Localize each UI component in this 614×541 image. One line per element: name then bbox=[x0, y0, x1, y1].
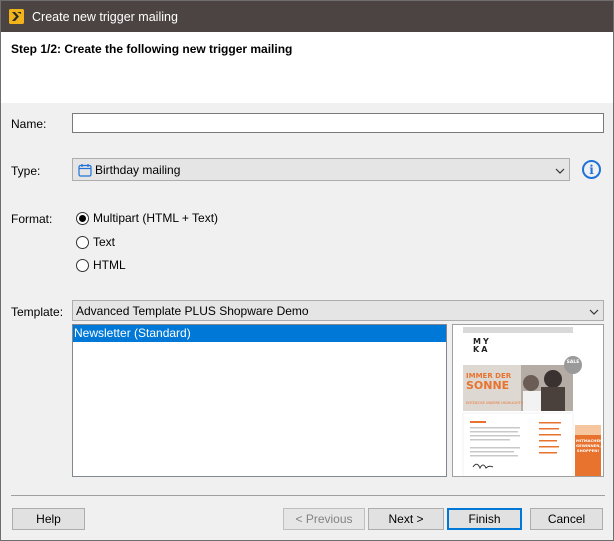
type-dropdown[interactable]: Birthday mailing bbox=[72, 158, 570, 181]
type-value: Birthday mailing bbox=[95, 162, 181, 177]
preview-subline: ENTDECKE UNSERE HIGHLIGHTS bbox=[466, 401, 523, 405]
window-title: Create new trigger mailing bbox=[32, 9, 178, 24]
previous-button[interactable]: < Previous bbox=[283, 508, 365, 530]
dialog-window: Create new trigger mailing Step 1/2: Cre… bbox=[0, 0, 614, 541]
cancel-button[interactable]: Cancel bbox=[530, 508, 603, 530]
preview-logo: MY KA bbox=[473, 337, 491, 354]
preview-promo: MITMACHEN, GEWINNEN, SHOPPEN! bbox=[576, 438, 604, 453]
app-logo-icon bbox=[9, 9, 24, 24]
radio-button[interactable] bbox=[76, 235, 89, 249]
format-label: Format: bbox=[11, 212, 53, 226]
title-bar[interactable]: Create new trigger mailing bbox=[1, 1, 613, 32]
radio-button[interactable] bbox=[76, 258, 89, 272]
next-button[interactable]: Next > bbox=[368, 508, 444, 530]
info-icon[interactable]: i bbox=[582, 160, 601, 179]
template-dropdown[interactable]: Advanced Template PLUS Shopware Demo bbox=[72, 300, 604, 321]
format-option-label: Multipart (HTML + Text) bbox=[93, 211, 219, 225]
footer-divider bbox=[11, 495, 605, 496]
preview-headline: IMMER DER SONNE bbox=[466, 372, 512, 392]
finish-button[interactable]: Finish bbox=[447, 508, 522, 530]
format-option-text[interactable]: Text bbox=[76, 235, 115, 249]
format-option-multipart[interactable]: Multipart (HTML + Text) bbox=[76, 211, 218, 225]
template-list[interactable]: Newsletter (Standard) bbox=[72, 324, 447, 477]
preview-sale-badge: SALE bbox=[566, 360, 580, 365]
header-panel: Step 1/2: Create the following new trigg… bbox=[1, 32, 613, 103]
name-input[interactable] bbox=[72, 113, 604, 133]
help-button[interactable]: Help bbox=[12, 508, 85, 530]
name-label: Name: bbox=[11, 117, 47, 131]
step-title: Step 1/2: Create the following new trigg… bbox=[11, 42, 293, 56]
format-option-label: HTML bbox=[93, 258, 126, 272]
calendar-icon bbox=[78, 163, 92, 177]
radio-button[interactable] bbox=[76, 211, 89, 225]
list-item[interactable]: Newsletter (Standard) bbox=[73, 325, 446, 342]
template-preview-image: MY KA IMMER DER SONNE ENTDECKE UNSERE HI… bbox=[452, 324, 604, 477]
type-label: Type: bbox=[11, 164, 41, 178]
format-option-label: Text bbox=[93, 235, 116, 249]
chevron-down-icon bbox=[589, 306, 599, 316]
template-label: Template: bbox=[11, 305, 64, 319]
format-option-html[interactable]: HTML bbox=[76, 258, 126, 272]
chevron-down-icon bbox=[555, 165, 565, 175]
template-value: Advanced Template PLUS Shopware Demo bbox=[76, 303, 309, 318]
